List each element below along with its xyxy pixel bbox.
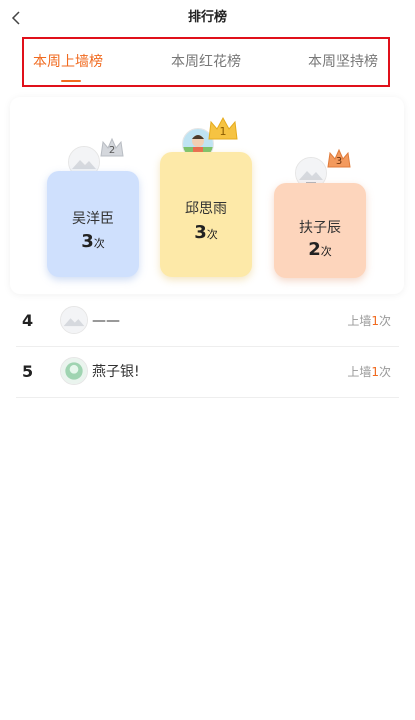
placeholder-avatar-icon [61, 307, 87, 333]
photo-avatar-icon [61, 358, 87, 384]
avatar [60, 357, 88, 385]
list-item[interactable]: 4 —— 上墙1次 [16, 296, 399, 347]
podium-card-rank-1[interactable]: 邱思雨 3次 [160, 152, 252, 277]
podium-name: 扶子辰 [299, 220, 341, 236]
tab-weekly-flower[interactable]: 本周红花榜 [171, 51, 241, 71]
crown-icon: 1 [208, 116, 238, 140]
crown-icon: 3 [327, 148, 351, 168]
user-name: —— [92, 313, 120, 329]
user-name: 燕子银! [92, 364, 140, 380]
wall-count: 上墙1次 [347, 314, 391, 328]
tab-weekly-persist[interactable]: 本周坚持榜 [308, 51, 378, 71]
tab-bar: 本周上墙榜 本周红花榜 本周坚持榜 [22, 37, 390, 87]
podium-count: 2次 [308, 239, 332, 260]
svg-text:3: 3 [336, 156, 342, 167]
podium-count: 3次 [81, 231, 105, 252]
rank-number: 5 [22, 362, 34, 381]
podium-name: 吴洋臣 [72, 211, 114, 227]
crown-icon: 2 [100, 137, 124, 157]
podium-count: 3次 [194, 222, 218, 243]
tab-weekly-wall[interactable]: 本周上墙榜 [33, 51, 103, 71]
svg-text:1: 1 [220, 125, 227, 138]
active-tab-indicator [61, 80, 81, 82]
avatar [60, 306, 88, 334]
top-bar: 排行榜 [0, 0, 415, 36]
list-item[interactable]: 5 燕子银! 上墙1次 [16, 347, 399, 398]
rank-number: 4 [22, 311, 34, 330]
podium-card-rank-3[interactable]: 扶子辰 2次 [274, 183, 366, 278]
podium-name: 邱思雨 [185, 201, 227, 217]
svg-text:2: 2 [109, 145, 115, 156]
page-title: 排行榜 [187, 10, 227, 25]
wall-count: 上墙1次 [347, 365, 391, 379]
podium-card-rank-2[interactable]: 吴洋臣 3次 [47, 171, 139, 277]
